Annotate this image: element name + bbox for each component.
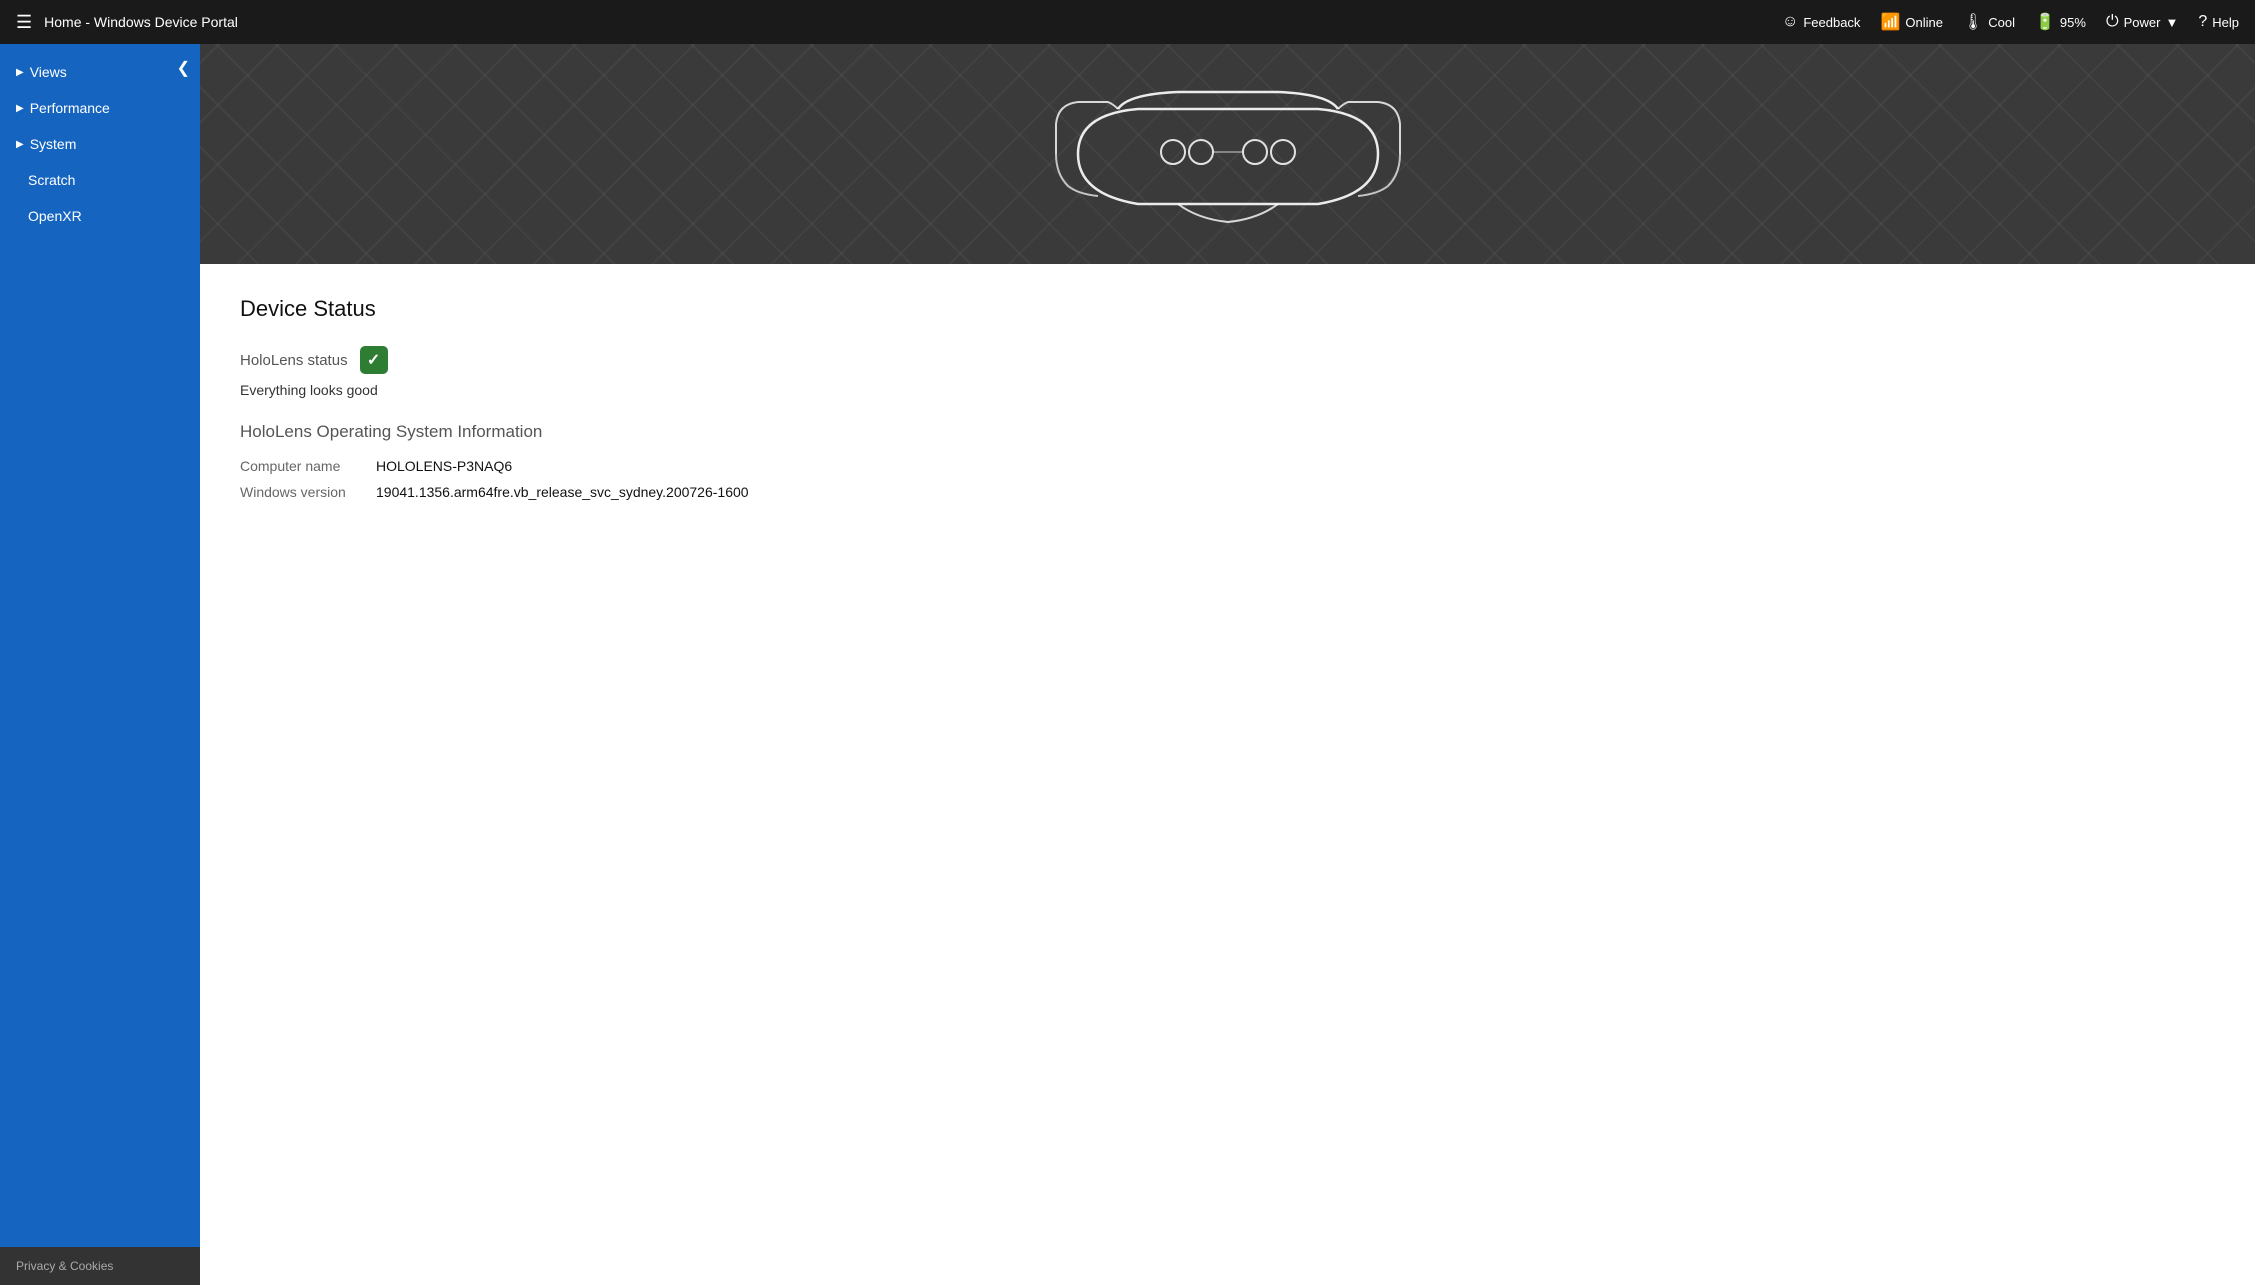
hololens-status-row: HoloLens status ✓ [240, 346, 2215, 374]
sidebar-item-system-label: System [30, 136, 77, 152]
hamburger-menu[interactable]: ☰ [16, 12, 32, 33]
main-layout: ❮ ▶ Views ▶ Performance ▶ System Scratch… [0, 44, 2255, 1285]
help-icon: ? [2198, 13, 2207, 31]
os-info-title: HoloLens Operating System Information [240, 422, 2215, 442]
windows-version-value: 19041.1356.arm64fre.vb_release_svc_sydne… [376, 484, 749, 500]
sidebar-item-performance[interactable]: ▶ Performance [0, 90, 200, 126]
sidebar-item-openxr[interactable]: OpenXR [0, 198, 200, 234]
sidebar-nav: ▶ Views ▶ Performance ▶ System Scratch O… [0, 44, 200, 1247]
help-label: Help [2212, 15, 2239, 30]
hololens-status-label: HoloLens status [240, 352, 348, 369]
sidebar-item-views-label: Views [30, 64, 67, 80]
online-label: Online [1905, 15, 1943, 30]
windows-version-row: Windows version 19041.1356.arm64fre.vb_r… [240, 484, 2215, 500]
hero-banner [200, 44, 2255, 264]
sidebar-collapse-button[interactable]: ❮ [177, 58, 190, 78]
sidebar-item-scratch-label: Scratch [28, 172, 75, 188]
power-button[interactable]: ⏻ Power ▼ [2106, 13, 2178, 31]
sidebar-footer[interactable]: Privacy & Cookies [0, 1247, 200, 1285]
temperature-icon: 🌡 [1963, 12, 1983, 32]
device-status-title: Device Status [240, 296, 2215, 322]
sidebar-item-openxr-label: OpenXR [28, 208, 82, 224]
help-button[interactable]: ? Help [2198, 13, 2239, 31]
privacy-cookies-label: Privacy & Cookies [16, 1259, 113, 1273]
windows-version-label: Windows version [240, 484, 360, 500]
header-actions: ☺ Feedback 📶 Online 🌡 Cool 🔋 95% ⏻ Power… [1782, 12, 2239, 32]
content-area: Device Status HoloLens status ✓ Everythi… [200, 44, 2255, 1285]
power-dropdown-arrow: ▼ [2165, 15, 2178, 30]
status-good-text: Everything looks good [240, 382, 2215, 398]
battery-icon: 🔋 [2035, 12, 2055, 32]
sidebar-item-scratch[interactable]: Scratch [0, 162, 200, 198]
battery-status: 🔋 95% [2035, 12, 2086, 32]
views-arrow-icon: ▶ [16, 67, 24, 78]
online-status: 📶 Online [1880, 12, 1943, 32]
hololens-image [1018, 74, 1438, 234]
temperature-status: 🌡 Cool [1963, 12, 2015, 32]
feedback-button[interactable]: ☺ Feedback [1782, 13, 1860, 31]
battery-label: 95% [2060, 15, 2086, 30]
page-title: Home - Windows Device Portal [44, 14, 1770, 30]
sidebar-item-views[interactable]: ▶ Views [0, 54, 200, 90]
performance-arrow-icon: ▶ [16, 103, 24, 114]
sidebar-item-system[interactable]: ▶ System [0, 126, 200, 162]
signal-icon: 📶 [1880, 12, 1900, 32]
power-label: Power [2124, 15, 2161, 30]
cool-label: Cool [1988, 15, 2015, 30]
status-checkmark-badge: ✓ [360, 346, 388, 374]
sidebar: ❮ ▶ Views ▶ Performance ▶ System Scratch… [0, 44, 200, 1285]
sidebar-item-performance-label: Performance [30, 100, 110, 116]
system-arrow-icon: ▶ [16, 139, 24, 150]
feedback-icon: ☺ [1782, 13, 1798, 31]
computer-name-row: Computer name HOLOLENS-P3NAQ6 [240, 458, 2215, 474]
device-status-section: Device Status HoloLens status ✓ Everythi… [200, 264, 2255, 542]
computer-name-value: HOLOLENS-P3NAQ6 [376, 458, 512, 474]
power-icon: ⏻ [2106, 13, 2119, 31]
computer-name-label: Computer name [240, 458, 360, 474]
header: ☰ Home - Windows Device Portal ☺ Feedbac… [0, 0, 2255, 44]
feedback-label: Feedback [1803, 15, 1860, 30]
